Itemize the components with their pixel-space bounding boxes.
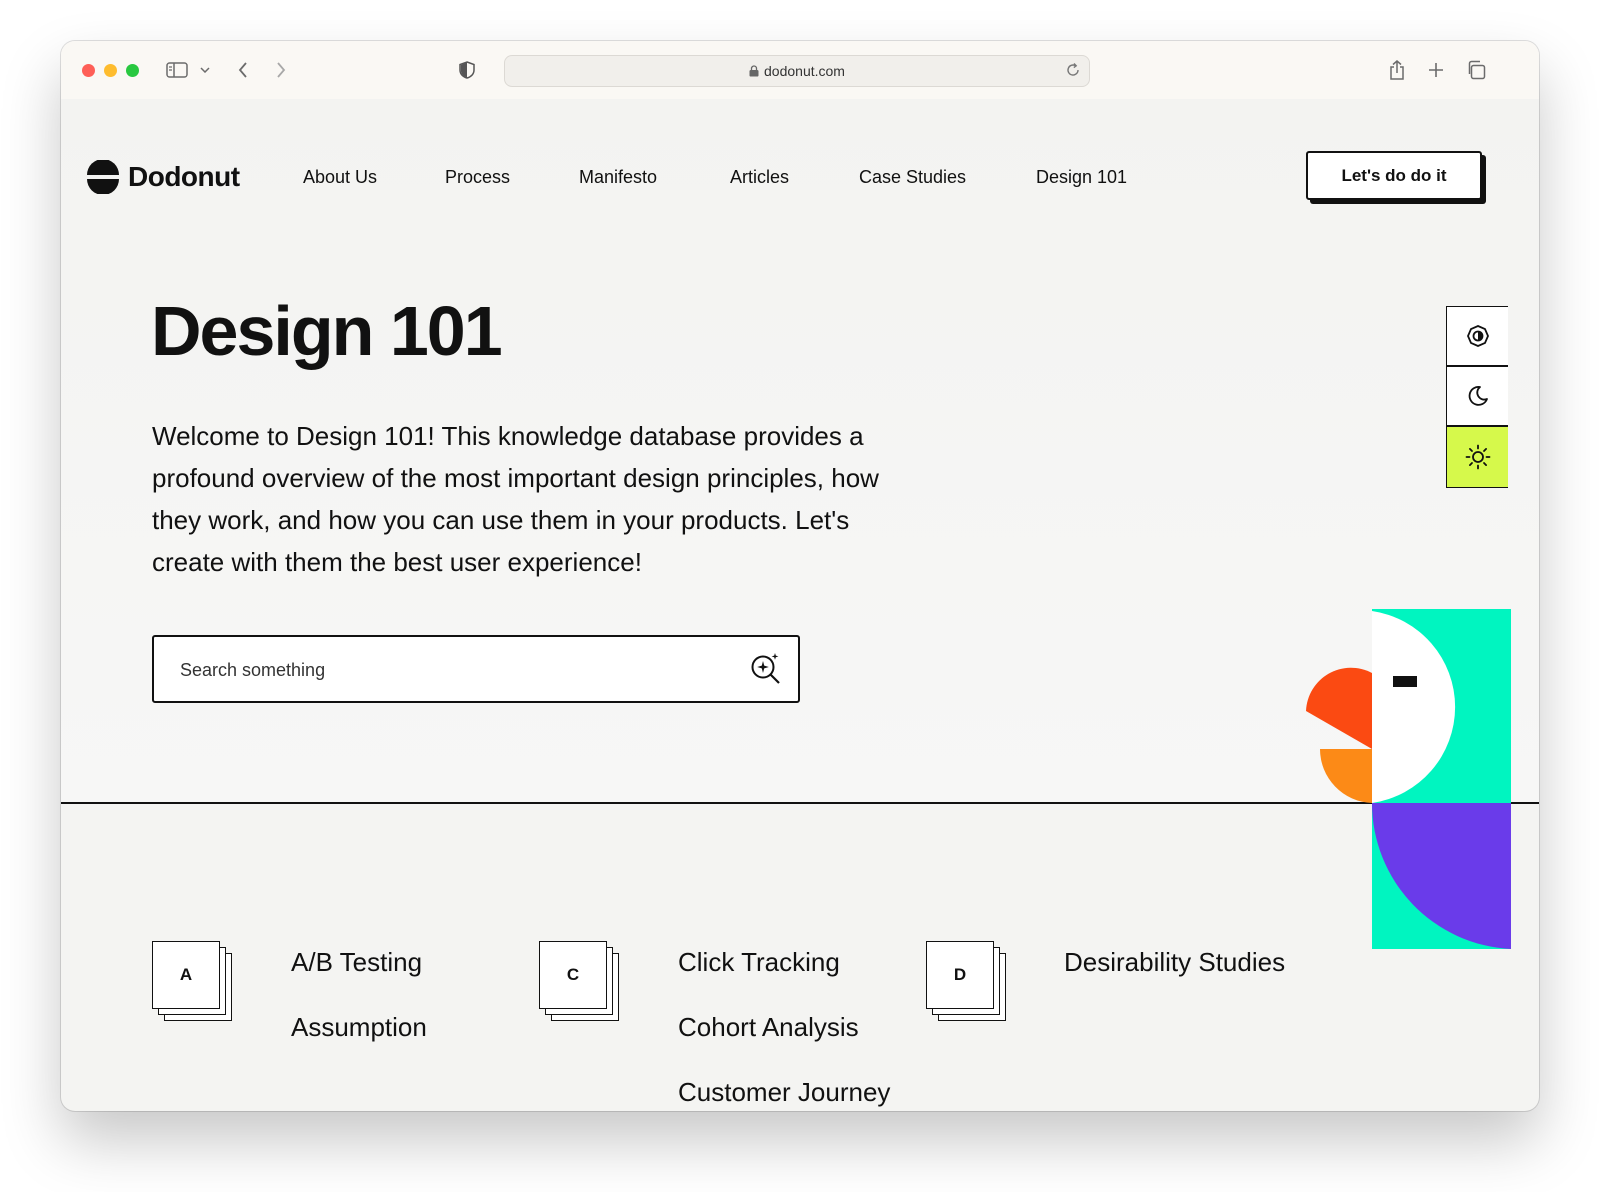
chevron-down-icon[interactable] xyxy=(199,58,211,82)
theme-switcher xyxy=(1446,306,1508,488)
letter-card-a: A xyxy=(152,941,236,1027)
sidebar-toggle-icon[interactable] xyxy=(165,58,189,82)
letter-label: D xyxy=(926,941,994,1009)
tab-overview-icon[interactable] xyxy=(1465,58,1487,82)
zoom-window-button[interactable] xyxy=(126,64,139,77)
search-box xyxy=(152,635,800,703)
browser-toolbar: dodonut.com xyxy=(61,41,1539,100)
nav-link-process[interactable]: Process xyxy=(445,167,510,188)
back-icon[interactable] xyxy=(233,58,253,82)
privacy-shield-icon[interactable] xyxy=(457,58,477,82)
address-bar[interactable]: dodonut.com xyxy=(504,55,1090,87)
term-link[interactable]: A/B Testing xyxy=(291,947,422,978)
nav-link-manifesto[interactable]: Manifesto xyxy=(579,167,657,188)
nav-link-design-101[interactable]: Design 101 xyxy=(1036,167,1127,188)
dark-theme-button[interactable] xyxy=(1446,366,1508,426)
term-link[interactable]: Click Tracking xyxy=(678,947,840,978)
new-tab-icon[interactable] xyxy=(1425,58,1447,82)
search-input[interactable] xyxy=(178,655,722,685)
cta-button[interactable]: Let's do do it xyxy=(1306,151,1482,200)
intro-paragraph: Welcome to Design 101! This knowledge da… xyxy=(152,421,879,577)
logo-text: Dodonut xyxy=(128,161,240,192)
auto-theme-button[interactable] xyxy=(1446,306,1508,366)
auto-theme-icon xyxy=(1466,325,1489,347)
term-link[interactable]: Customer Journey xyxy=(678,1077,890,1108)
light-theme-button[interactable] xyxy=(1446,426,1508,488)
reload-icon[interactable] xyxy=(1065,62,1081,83)
sun-icon xyxy=(1465,444,1490,470)
term-link[interactable]: Desirability Studies xyxy=(1064,947,1285,978)
nav-link-about-us[interactable]: About Us xyxy=(303,167,377,188)
sparkle-search-icon[interactable] xyxy=(750,652,782,691)
close-window-button[interactable] xyxy=(82,64,95,77)
glossary-section: A A/B Testing Assumption C Click Trackin… xyxy=(61,804,1539,1111)
nav-link-case-studies[interactable]: Case Studies xyxy=(859,167,966,188)
url-text: dodonut.com xyxy=(764,63,845,79)
moon-icon xyxy=(1468,386,1488,406)
letter-label: C xyxy=(539,941,607,1009)
page-title: Design 101 xyxy=(151,292,503,370)
site-logo[interactable]: Dodonut xyxy=(86,159,240,195)
dodonut-logo-icon xyxy=(87,160,119,194)
term-link[interactable]: Assumption xyxy=(291,1012,427,1043)
letter-card-d: D xyxy=(926,941,1010,1027)
letter-card-c: C xyxy=(539,941,623,1027)
page-content: Dodonut About Us Process Manifesto Artic… xyxy=(61,99,1539,1111)
letter-label: A xyxy=(152,941,220,1009)
lock-icon xyxy=(749,64,759,80)
term-link[interactable]: Cohort Analysis xyxy=(678,1012,859,1043)
share-icon[interactable] xyxy=(1386,58,1408,82)
nav-link-articles[interactable]: Articles xyxy=(730,167,789,188)
forward-icon[interactable] xyxy=(271,58,291,82)
browser-window: dodonut.com Dodonut About Us Process Man… xyxy=(61,41,1539,1111)
minimize-window-button[interactable] xyxy=(104,64,117,77)
